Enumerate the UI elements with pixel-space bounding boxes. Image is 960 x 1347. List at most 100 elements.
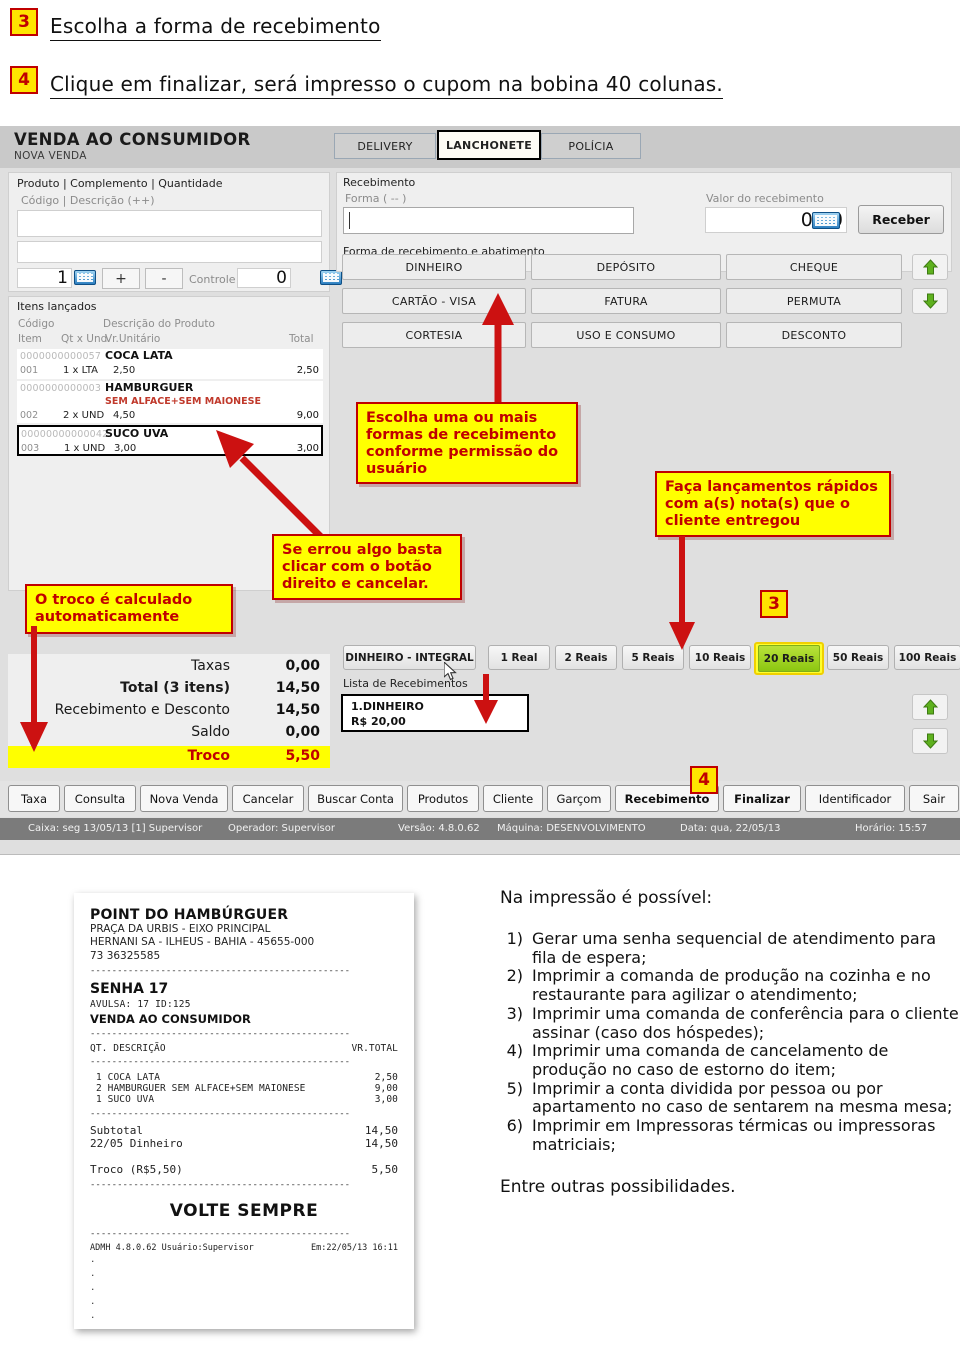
product-code-input[interactable]	[17, 210, 322, 237]
toolbar-button-label: Taxa	[20, 791, 48, 806]
toolbar-button-garcom[interactable]: Garçom	[547, 785, 611, 812]
payment-button-deposito[interactable]: DEPÓSITO	[531, 254, 721, 280]
keyboard-icon[interactable]	[812, 212, 840, 229]
table-row[interactable]: 0000000000057 COCA LATA 001 1 x LTA 2,50…	[17, 349, 323, 379]
badge-number: 4	[698, 770, 710, 790]
item-code: 0000000000003	[20, 383, 102, 394]
receber-button[interactable]: Receber	[858, 205, 944, 234]
controle-value: 0	[276, 268, 287, 288]
total-value: 14,50	[275, 680, 320, 696]
receipt-footer-left: ADMH 4.8.0.62 Usuário:Supervisor	[90, 1243, 254, 1254]
toolbar-button-identificador[interactable]: Identificador	[805, 785, 905, 812]
tab-label: DELIVERY	[357, 139, 413, 153]
toolbar-button-sair[interactable]: Sair	[909, 785, 959, 812]
receipt-separator: ----------------------------------------…	[90, 966, 351, 977]
total-value: 14,50	[275, 702, 320, 718]
decrease-quantity-button[interactable]: -	[145, 268, 183, 289]
cash-button-100-reais[interactable]: 100 Reais	[894, 645, 960, 670]
status-horario: Horário: 15:57	[855, 823, 928, 834]
toolbar-button-nova-venda[interactable]: Nova Venda	[140, 785, 228, 812]
forma-input[interactable]	[343, 207, 634, 234]
items-header-unit: Vr.Unitário	[105, 333, 161, 345]
toolbar-button-produtos[interactable]: Produtos	[407, 785, 479, 812]
scroll-up-button-payments[interactable]	[912, 254, 948, 280]
item-name: SUCO UVA	[105, 427, 169, 440]
arrow-down-icon	[922, 733, 938, 749]
toolbar-button-cancelar[interactable]: Cancelar	[232, 785, 304, 812]
payment-button-cheque[interactable]: CHEQUE	[726, 254, 902, 280]
callout-cancelar: Se errou algo basta clicar com o botão d…	[272, 534, 462, 600]
toolbar-button-finalizar[interactable]: Finalizar	[723, 785, 801, 812]
item-qty: 1 x UND	[64, 443, 106, 454]
instruction-badge-3: 3	[10, 8, 38, 36]
toolbar-button-taxa[interactable]: Taxa	[8, 785, 60, 812]
product-entry-panel: Produto | Complemento | Quantidade Códig…	[8, 172, 343, 292]
keyboard-icon[interactable]	[320, 270, 343, 285]
product-complement-input[interactable]	[17, 241, 322, 263]
total-value: 0,00	[285, 724, 320, 740]
list-item: 4) Imprimir uma comanda de cancelamento …	[500, 1041, 960, 1079]
badge-number: 4	[18, 70, 30, 90]
cash-button-20-reais[interactable]: 20 Reais	[754, 642, 824, 675]
total-row: Taxas 0,00	[8, 658, 330, 680]
increase-quantity-button[interactable]: +	[102, 268, 140, 289]
cash-button-1-real[interactable]: 1 Real	[488, 645, 550, 670]
printed-receipt: POINT DO HAMBÚRGUER PRAÇA DA URBIS - EIX…	[74, 893, 414, 1329]
quantity-value: 1	[57, 268, 68, 288]
toolbar-button-label: Buscar Conta	[317, 791, 394, 806]
item-number: 002	[20, 410, 39, 421]
cash-quick-buttons: DINHEIRO - INTEGRAL 1 Real 2 Reais 5 Rea…	[343, 642, 960, 675]
payment-button-permuta[interactable]: PERMUTA	[726, 288, 902, 314]
payment-button-desconto[interactable]: DESCONTO	[726, 322, 902, 348]
receipt-item-value: 2,50	[374, 1072, 398, 1084]
receipt-item: 1 COCA LATA 2,50	[90, 1072, 398, 1083]
receipt-separator: ----------------------------------------…	[90, 1109, 351, 1120]
list-item: 2) Imprimir a comanda de produção na coz…	[500, 966, 960, 1004]
tab-lanchonete[interactable]: LANCHONETE	[437, 130, 541, 160]
keyboard-icon[interactable]	[74, 270, 96, 285]
toolbar-button-buscar-conta[interactable]: Buscar Conta	[308, 785, 403, 812]
payment-button-label: DEPÓSITO	[596, 260, 656, 274]
toolbar-button-cliente[interactable]: Cliente	[483, 785, 543, 812]
scroll-down-button-list[interactable]	[912, 728, 948, 754]
toolbar-button-label: Finalizar	[734, 791, 790, 806]
payment-button-label: CHEQUE	[789, 260, 839, 274]
cash-button-2-reais[interactable]: 2 Reais	[555, 645, 617, 670]
tab-policia[interactable]: POLÍCIA	[541, 133, 641, 159]
status-data: Data: qua, 22/05/13	[680, 823, 781, 834]
item-code: 00000000000042	[21, 429, 109, 440]
scroll-down-button-payments[interactable]	[912, 288, 948, 314]
toolbar-button-consulta[interactable]: Consulta	[64, 785, 136, 812]
cash-button-50-reais[interactable]: 50 Reais	[827, 645, 889, 670]
troco-row: Troco 5,50	[8, 746, 330, 768]
receipt-separator: ----------------------------------------…	[90, 1057, 351, 1068]
quantity-field[interactable]: 1	[17, 268, 72, 288]
payment-button-fatura[interactable]: FATURA	[531, 288, 721, 314]
callout-troco: O troco é calculado automaticamente	[25, 584, 233, 634]
arrow-to-cash-buttons	[669, 536, 695, 650]
tab-delivery[interactable]: DELIVERY	[334, 133, 436, 159]
list-item: 5) Imprimir a conta dividida por pessoa …	[500, 1079, 960, 1117]
scroll-up-button-list[interactable]	[912, 694, 948, 720]
recv-item-line2: R$ 20,00	[351, 715, 406, 728]
table-row[interactable]: 0000000000003 HAMBURGUER SEM ALFACE+SEM …	[17, 381, 323, 423]
receipt-payment: 22/05 Dinheiro 14,50	[90, 1137, 398, 1150]
valor-label: Valor do recebimento	[706, 192, 824, 205]
printing-possibilities-block: Na impressão é possível: 1) Gerar uma se…	[500, 888, 960, 1197]
cash-button-label: 1 Real	[500, 651, 538, 664]
items-header-qty: Qt x Und.	[61, 333, 111, 345]
cash-button-label: 2 Reais	[564, 651, 608, 664]
receipt-separator: ----------------------------------------…	[90, 1229, 351, 1240]
payment-button-uso-e-consumo[interactable]: USO E CONSUMO	[531, 322, 721, 348]
tab-label: POLÍCIA	[568, 139, 614, 153]
payment-button-dinheiro[interactable]: DINHEIRO	[342, 254, 526, 280]
toolbar-button-label: Nova Venda	[149, 791, 219, 806]
receipt-doc-type: VENDA AO CONSUMIDOR	[90, 1012, 251, 1027]
instruction-badge-4: 4	[10, 66, 38, 94]
cash-button-label: 10 Reais	[694, 651, 746, 664]
plus-label: +	[115, 270, 127, 287]
cash-button-label: 50 Reais	[832, 651, 884, 664]
receipt-subtotal: Subtotal 14,50	[90, 1124, 398, 1137]
controle-field[interactable]: 0	[237, 268, 291, 288]
status-caixa: Caixa: seg 13/05/13 [1] Supervisor	[28, 823, 203, 834]
